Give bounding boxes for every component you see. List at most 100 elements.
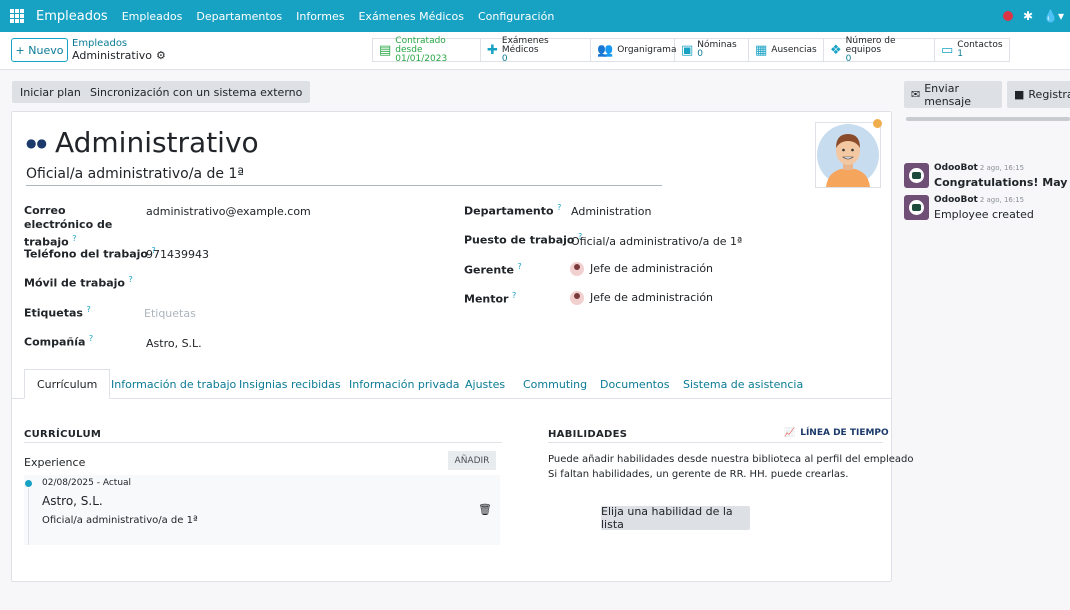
- manager-value[interactable]: Jefe de administración: [570, 262, 713, 276]
- work-phone-value[interactable]: 971439943: [146, 248, 209, 261]
- app-name[interactable]: Empleados: [36, 9, 108, 24]
- tab-informacion-privada[interactable]: Información privada: [349, 369, 459, 399]
- work-email-value[interactable]: administrativo@example.com: [146, 205, 311, 218]
- resume-dates: 02/08/2025 - Actual: [42, 478, 132, 488]
- mobile-field[interactable]: [146, 277, 446, 291]
- company-value[interactable]: Astro, S.L.: [146, 337, 202, 350]
- stat-time-off[interactable]: ▦ Ausencias: [749, 39, 824, 61]
- record-icon[interactable]: [1002, 11, 1013, 21]
- timeline-dot-icon: [25, 480, 32, 487]
- start-plan-button[interactable]: Iniciar plan: [12, 81, 89, 103]
- employee-name-row: ●● Administrativo: [26, 126, 259, 159]
- control-panel: + Nuevo Empleados Administrativo ⚙ ▤ Cont…: [0, 32, 1070, 70]
- stat-medical[interactable]: ✚ Exámenes Médicos 0: [481, 36, 591, 63]
- coach-label: Mentor ?: [464, 291, 517, 306]
- tab-commuting[interactable]: Commuting: [523, 369, 587, 399]
- medical-kit-icon: ✚: [487, 42, 498, 58]
- skills-help-line2: Si faltan habilidades, un gerente de RR.…: [548, 469, 849, 480]
- resume-line-card[interactable]: 02/08/2025 - Actual Astro, S.L. Oficial/…: [24, 475, 500, 545]
- chatter-message: OdooBot 2 ago, 16:15 Employee created: [904, 195, 1070, 223]
- divider: [24, 442, 502, 443]
- new-button[interactable]: + Nuevo: [11, 38, 68, 62]
- odoobot-avatar: [904, 163, 929, 188]
- nav-configuracion[interactable]: Configuración: [478, 10, 554, 23]
- smart-buttons: ▤ Contratado desde 01/01/2023 ✚ Exámenes …: [372, 36, 1010, 63]
- job-title-field[interactable]: Oficial/a administrativo/a de 1ª: [26, 166, 662, 186]
- tab-sistema-asistencia[interactable]: Sistema de asistencia: [683, 369, 803, 399]
- gear-icon[interactable]: ⚙: [156, 50, 166, 62]
- pick-skill-button[interactable]: Elija una habilidad de la lista: [601, 505, 750, 531]
- nav-empleados[interactable]: Empleados: [122, 10, 183, 23]
- manager-label: Gerente ?: [464, 262, 522, 277]
- apps-menu-icon[interactable]: [10, 9, 24, 23]
- tab-insignias[interactable]: Insignias recibidas: [239, 369, 341, 399]
- message-time: 2 ago, 16:15: [979, 196, 1025, 204]
- users-icon: 👥: [597, 42, 614, 58]
- department-value[interactable]: Administration: [571, 205, 652, 218]
- log-note-button[interactable]: ■Registrar: [1007, 81, 1070, 108]
- tab-ajustes[interactable]: Ajustes: [465, 369, 505, 399]
- mobile-label: Móvil de trabajo ?: [24, 275, 133, 290]
- manager-avatar: [570, 262, 584, 276]
- skills-title: HABILIDADES: [548, 429, 628, 440]
- address-card-icon: ▭: [941, 42, 954, 58]
- odoobot-avatar: [904, 195, 929, 220]
- cubes-icon: ❖: [830, 42, 842, 58]
- resume-title: CURRÍCULUM: [24, 429, 102, 440]
- send-message-button[interactable]: ✉ Enviar mensaje: [904, 81, 1002, 108]
- chat-bubbles-icon[interactable]: ●●: [26, 136, 47, 150]
- bug-icon[interactable]: ✱: [1023, 9, 1033, 23]
- nav-departamentos[interactable]: Departamentos: [196, 10, 282, 23]
- line-chart-icon: 📈: [784, 428, 796, 438]
- coach-value[interactable]: Jefe de administración: [570, 291, 713, 305]
- stat-org-chart[interactable]: 👥 Organigrama: [591, 39, 676, 61]
- stat-contacts[interactable]: ▭ Contactos 1: [935, 39, 1009, 61]
- message-body: Congratulations! May I reco: [934, 176, 1070, 189]
- add-resume-button[interactable]: AÑADIR: [448, 451, 496, 470]
- theme-drop-icon[interactable]: 💧▾: [1043, 9, 1064, 23]
- work-phone-label: Teléfono del trabajo ?: [24, 246, 156, 261]
- message-author[interactable]: OdooBot: [934, 195, 978, 205]
- tab-informacion-trabajo[interactable]: Información de trabajo: [111, 369, 236, 399]
- employee-name[interactable]: Administrativo: [55, 126, 259, 159]
- nav-informes[interactable]: Informes: [296, 10, 344, 23]
- sync-button[interactable]: Sincronización con un sistema externo: [82, 81, 311, 103]
- top-navbar: Empleados Empleados Departamentos Inform…: [0, 0, 1070, 32]
- presence-status-icon: [873, 119, 882, 128]
- coach-avatar: [570, 291, 584, 305]
- work-email-label: Correo electrónico de trabajo ?: [24, 204, 113, 249]
- message-body: Employee created: [934, 208, 1034, 221]
- breadcrumb: Empleados Administrativo ⚙: [72, 38, 166, 62]
- timeline-line: [28, 488, 29, 545]
- money-icon: ▣: [681, 42, 694, 58]
- employee-avatar[interactable]: [815, 122, 881, 188]
- tags-input[interactable]: Etiquetas: [144, 307, 196, 320]
- stat-equipment[interactable]: ❖ Número de equipos 0: [824, 36, 935, 63]
- notebook-tabs: Currículum Información de trabajo Insign…: [12, 369, 891, 399]
- trash-icon[interactable]: 🗑: [478, 503, 492, 516]
- stat-contract[interactable]: ▤ Contratado desde 01/01/2023: [373, 36, 481, 63]
- company-label: Compañía ?: [24, 334, 94, 349]
- job-position-value[interactable]: Oficial/a administrativo/a de 1ª: [571, 235, 742, 248]
- employee-form-sheet: ●● Administrativo Oficial/a administrati…: [11, 111, 914, 582]
- note-icon: ■: [1014, 88, 1025, 101]
- divider: [548, 442, 883, 443]
- chatter-divider: [906, 117, 1070, 121]
- stat-payslips[interactable]: ▣ Nóminas 0: [675, 39, 749, 61]
- message-time: 2 ago, 16:15: [979, 164, 1025, 172]
- breadcrumb-current: Administrativo: [72, 49, 153, 62]
- skills-help-line1: Puede añadir habilidades desde nuestra b…: [548, 454, 914, 465]
- nav-examenes-medicos[interactable]: Exámenes Médicos: [358, 10, 463, 23]
- resume-role: Oficial/a administrativo/a de 1ª: [42, 515, 198, 526]
- resume-company: Astro, S.L.: [42, 494, 103, 508]
- resume-group-label: Experience: [24, 456, 86, 469]
- department-label: Departamento ?: [464, 203, 562, 218]
- chatter-message: OdooBot 2 ago, 16:15 Congratulations! May…: [904, 163, 1070, 191]
- avatar-image: [817, 124, 879, 187]
- tab-documentos[interactable]: Documentos: [600, 369, 669, 399]
- message-author[interactable]: OdooBot: [934, 163, 978, 173]
- tab-curriculum[interactable]: Currículum: [24, 369, 111, 399]
- envelope-icon: ✉: [911, 88, 921, 101]
- calendar-icon: ▦: [755, 42, 768, 58]
- timeline-view-button[interactable]: 📈 LÍNEA DE TIEMPO: [784, 428, 889, 438]
